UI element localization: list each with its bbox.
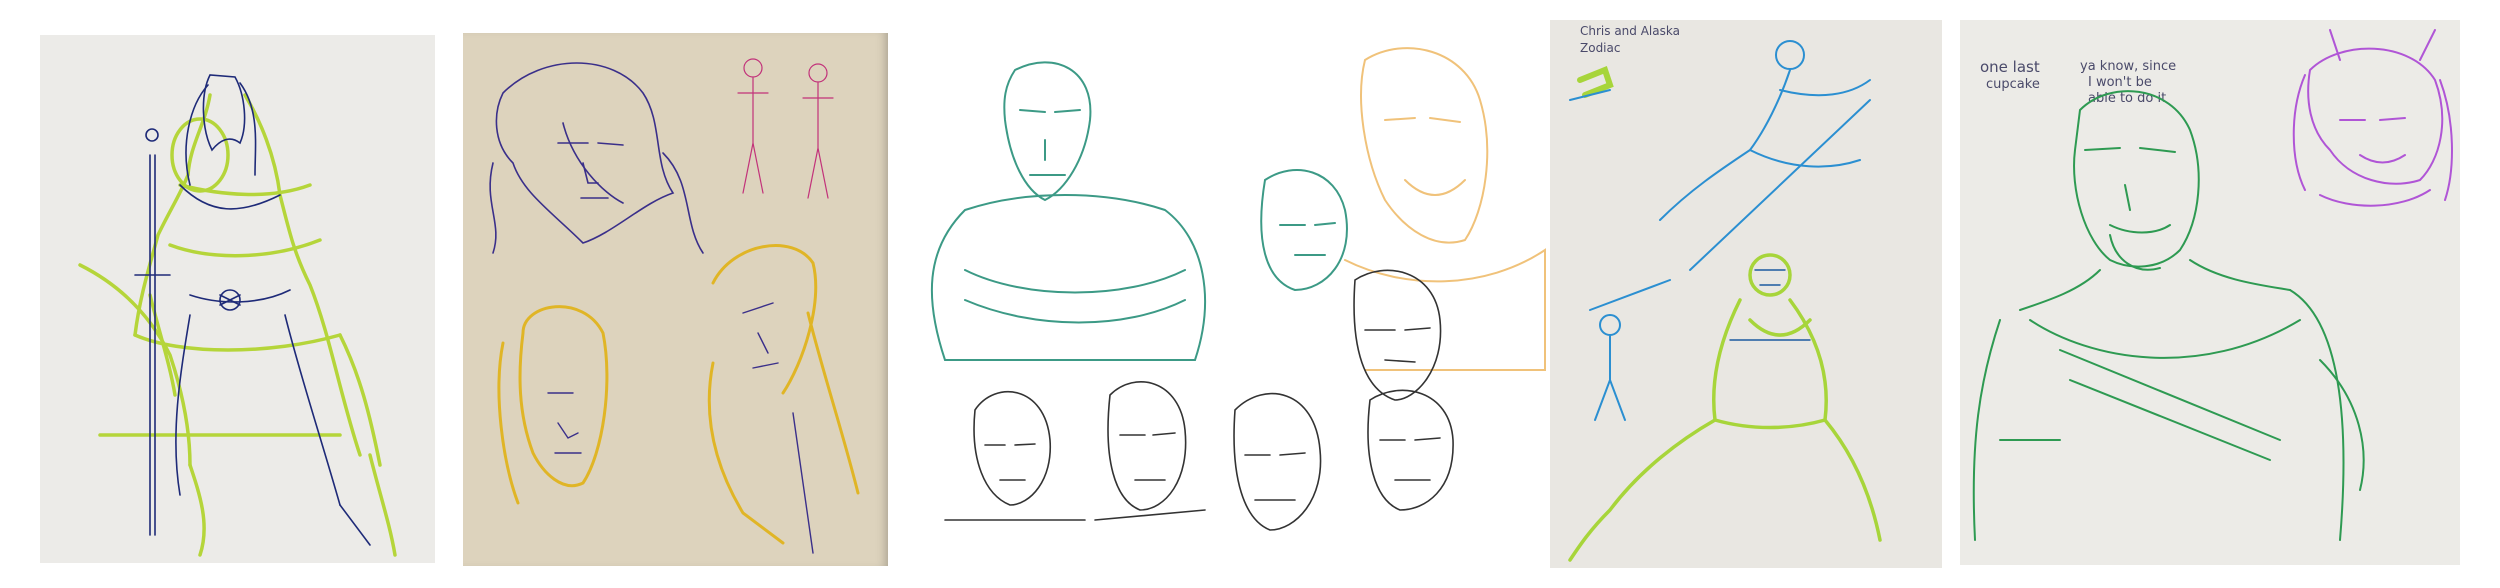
action-sketch <box>1568 40 1882 562</box>
bearded-man-sketch <box>1972 29 2453 541</box>
heads-sketch <box>489 58 860 554</box>
warrior-sketch <box>78 74 397 557</box>
sketch-panel-heads <box>463 33 888 566</box>
sketch-panel-bearded-man: one last cupcake ya know, since I won't … <box>1960 20 2460 565</box>
sketch-panel-action: Chris and Alaska Zodiac <box>1550 20 1942 568</box>
digital-heads-sketch <box>930 47 1546 531</box>
sketch-panel-warrior <box>40 35 435 563</box>
sketch-panel-digital-heads <box>905 40 1555 565</box>
